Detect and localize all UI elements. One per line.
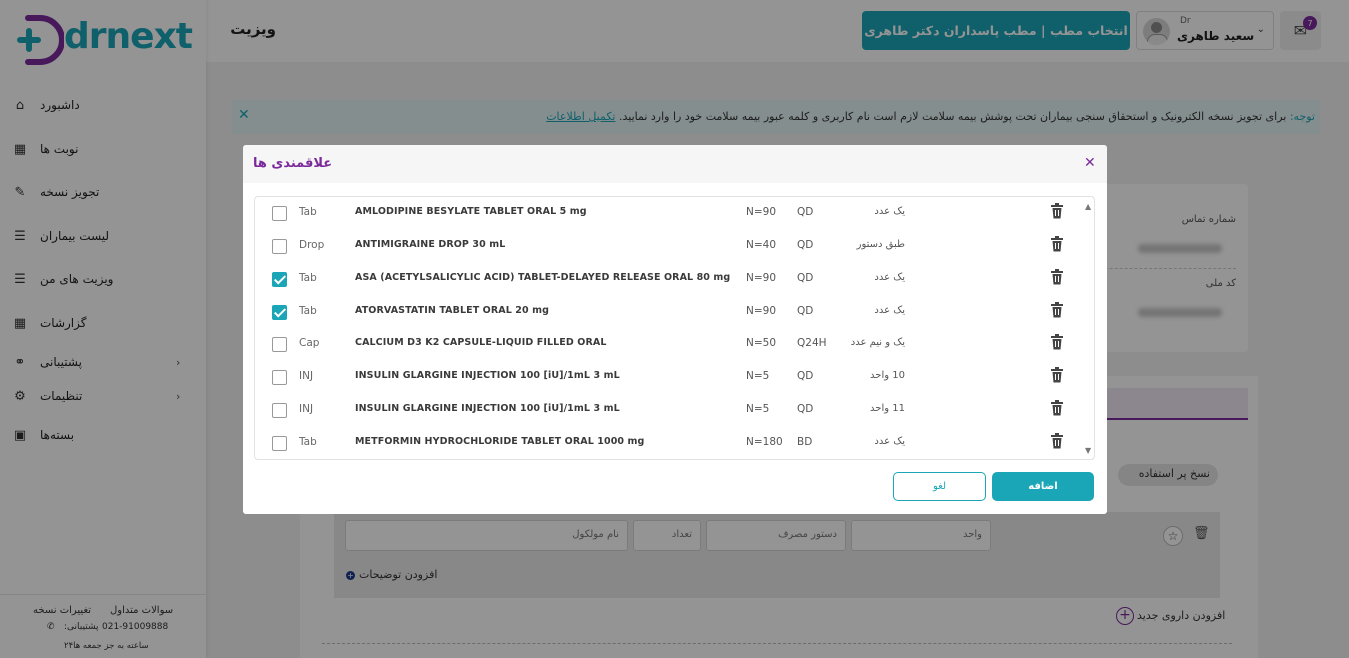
drug-dose: یک عدد <box>874 436 905 447</box>
drug-form: Cap <box>299 337 320 349</box>
trash-icon[interactable] <box>1050 236 1064 252</box>
drug-name: METFORMIN HYDROCHLORIDE TABLET ORAL 1000… <box>355 436 645 447</box>
cancel-button[interactable]: لغو <box>893 472 986 501</box>
drug-frequency: QD <box>797 239 814 251</box>
drug-quantity: N=90 <box>746 206 777 218</box>
list-item: INJ INSULIN GLARGINE INJECTION 100 [iU]/1… <box>255 361 1084 394</box>
drug-dose: یک عدد <box>874 305 905 316</box>
trash-icon[interactable] <box>1050 433 1064 449</box>
drug-frequency: BD <box>797 436 813 448</box>
drug-dose: یک عدد <box>874 206 905 217</box>
drug-form: INJ <box>299 403 314 415</box>
drug-form: Tab <box>299 436 317 448</box>
scroll-down-icon[interactable]: ▼ <box>1085 446 1091 455</box>
list-item: Tab METFORMIN HYDROCHLORIDE TABLET ORAL 1… <box>255 427 1084 459</box>
trash-icon[interactable] <box>1050 367 1064 383</box>
drug-quantity: N=40 <box>746 239 777 251</box>
drug-dose: 10 واحد <box>870 370 905 381</box>
trash-icon[interactable] <box>1050 400 1064 416</box>
drug-frequency: QD <box>797 206 814 218</box>
select-checkbox[interactable] <box>272 206 287 221</box>
modal-title: علاقمندی ها <box>253 156 333 171</box>
close-icon[interactable]: ✕ <box>1084 155 1096 171</box>
drug-name: AMLODIPINE BESYLATE TABLET ORAL 5 mg <box>355 206 587 217</box>
drug-frequency: QD <box>797 272 814 284</box>
trash-icon[interactable] <box>1050 269 1064 285</box>
select-checkbox[interactable] <box>272 370 287 385</box>
select-checkbox[interactable] <box>272 436 287 451</box>
scrollbar[interactable]: ▲ ▼ <box>1084 197 1094 459</box>
favorites-modal: علاقمندی ها ✕ Tab AMLODIPINE BESYLATE TAB… <box>243 145 1107 514</box>
trash-icon[interactable] <box>1050 203 1064 219</box>
select-checkbox[interactable] <box>272 305 287 320</box>
drug-quantity: N=90 <box>746 272 777 284</box>
drug-name: INSULIN GLARGINE INJECTION 100 [iU]/1mL … <box>355 403 620 414</box>
drug-quantity: N=50 <box>746 337 777 349</box>
drug-form: Drop <box>299 239 325 251</box>
drug-name: ANTIMIGRAINE DROP 30 mL <box>355 239 506 250</box>
drug-dose: یک و نیم عدد <box>850 337 905 348</box>
favorites-list[interactable]: Tab AMLODIPINE BESYLATE TABLET ORAL 5 mg N… <box>254 196 1095 460</box>
drug-frequency: QD <box>797 370 814 382</box>
select-checkbox[interactable] <box>272 337 287 352</box>
drug-name: ASA (ACETYLSALICYLIC ACID) TABLET-DELAYE… <box>355 272 731 283</box>
drug-quantity: N=180 <box>746 436 783 448</box>
select-checkbox[interactable] <box>272 272 287 287</box>
trash-icon[interactable] <box>1050 302 1064 318</box>
scroll-up-icon[interactable]: ▲ <box>1085 202 1091 211</box>
drug-dose: یک عدد <box>874 272 905 283</box>
drug-quantity: N=90 <box>746 305 777 317</box>
list-item: Tab ATORVASTATIN TABLET ORAL 20 mg N=90 QD ی… <box>255 296 1084 329</box>
drug-dose: طبق دستور <box>856 239 905 250</box>
list-item: Tab AMLODIPINE BESYLATE TABLET ORAL 5 mg N… <box>255 197 1084 230</box>
drug-frequency: Q24H <box>797 337 827 349</box>
select-checkbox[interactable] <box>272 403 287 418</box>
drug-dose: 11 واحد <box>870 403 905 414</box>
drug-form: Tab <box>299 206 317 218</box>
drug-quantity: N=5 <box>746 403 770 415</box>
list-item: INJ INSULIN GLARGINE INJECTION 100 [iU]/1… <box>255 394 1084 427</box>
drug-frequency: QD <box>797 403 814 415</box>
drug-quantity: N=5 <box>746 370 770 382</box>
trash-icon[interactable] <box>1050 334 1064 350</box>
modal-header: علاقمندی ها ✕ <box>243 145 1107 183</box>
drug-form: Tab <box>299 272 317 284</box>
drug-form: Tab <box>299 305 317 317</box>
select-checkbox[interactable] <box>272 239 287 254</box>
drug-name: INSULIN GLARGINE INJECTION 100 [iU]/1mL … <box>355 370 620 381</box>
list-item: Cap CALCIUM D3 K2 CAPSULE-LIQUID FILLED O… <box>255 328 1084 361</box>
add-button[interactable]: اضافه <box>992 472 1094 501</box>
drug-form: INJ <box>299 370 314 382</box>
list-item: Drop ANTIMIGRAINE DROP 30 mL N=40 QD طبق دست… <box>255 230 1084 263</box>
drug-name: CALCIUM D3 K2 CAPSULE-LIQUID FILLED ORAL <box>355 337 607 348</box>
drug-name: ATORVASTATIN TABLET ORAL 20 mg <box>355 305 550 316</box>
drug-frequency: QD <box>797 305 814 317</box>
list-item: Tab ASA (ACETYLSALICYLIC ACID) TABLET-DEL… <box>255 263 1084 296</box>
